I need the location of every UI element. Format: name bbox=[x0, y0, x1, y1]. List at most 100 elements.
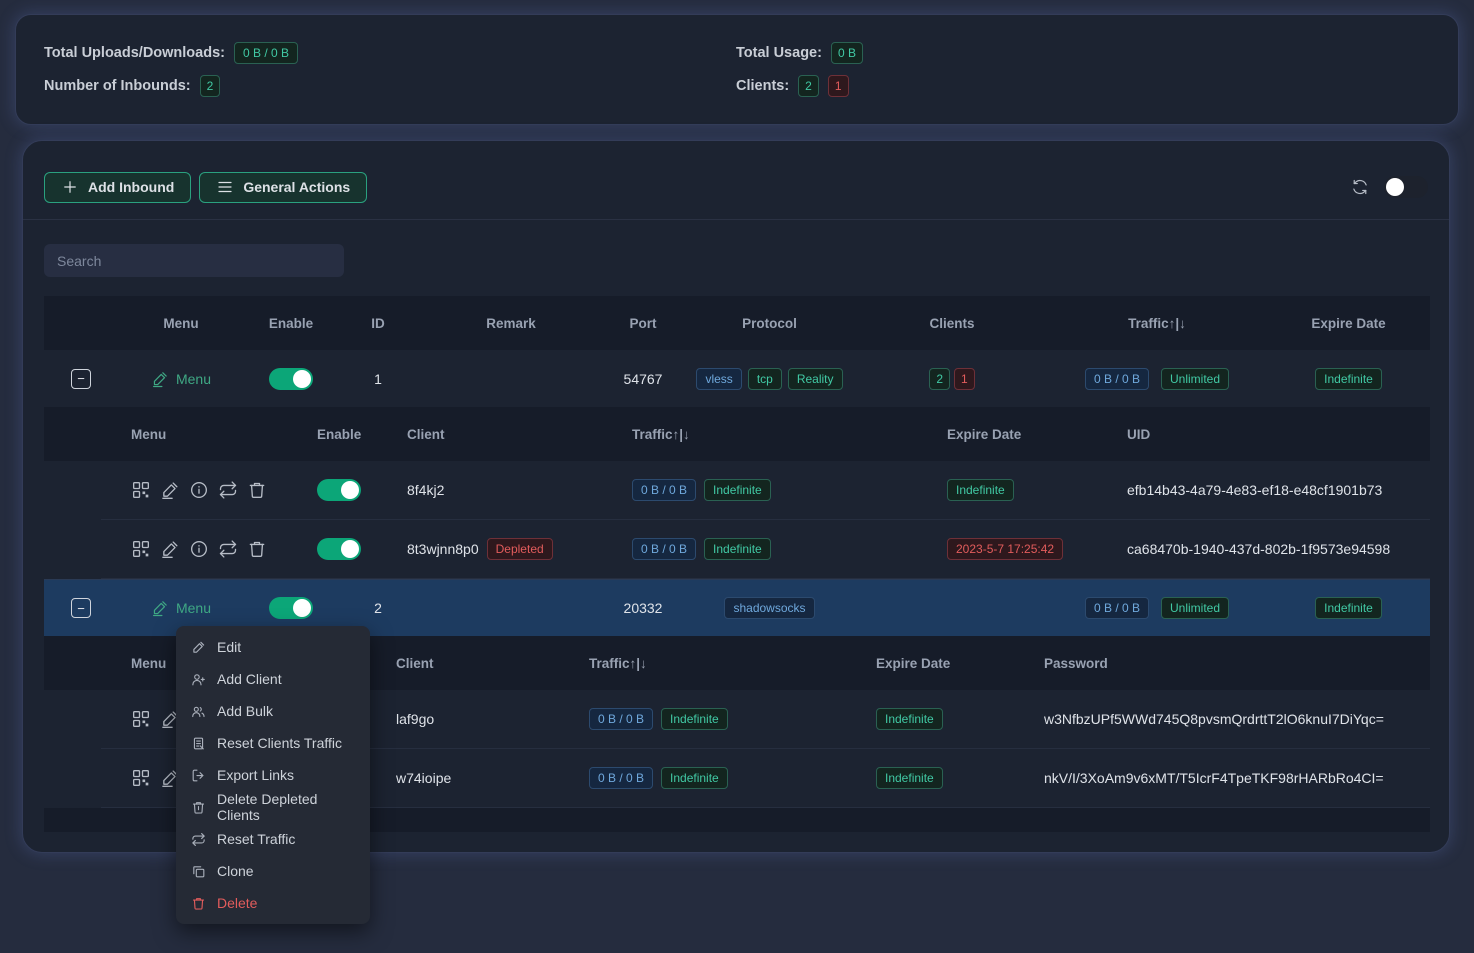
menu-item-add-client[interactable]: Add Client bbox=[176, 663, 370, 695]
inbound2-menu-label: Menu bbox=[176, 600, 211, 616]
menu-item-delete-depleted-clients[interactable]: Delete Depleted Clients bbox=[176, 791, 370, 823]
client-expire: Indefinite bbox=[860, 708, 1028, 730]
menu-item-add-bulk[interactable]: Add Bulk bbox=[176, 695, 370, 727]
trash-icon bbox=[191, 896, 206, 911]
collapse-inbound2-button[interactable]: − bbox=[71, 598, 91, 618]
reset-client-traffic-button[interactable] bbox=[218, 539, 238, 559]
hamburger-icon bbox=[216, 178, 234, 196]
inbound1-clients-subtable: Menu Enable Client Traffic↑|↓ Expire Dat… bbox=[44, 407, 1430, 579]
users-plus-icon bbox=[191, 704, 206, 719]
client-name-cell: 8t3wjnn8p0 Depleted bbox=[391, 538, 616, 560]
refresh-icon[interactable] bbox=[1351, 178, 1369, 196]
add-inbound-button[interactable]: Add Inbound bbox=[44, 172, 191, 203]
client-enable-toggle[interactable] bbox=[317, 479, 361, 501]
clients-depleted-tag: 1 bbox=[954, 368, 975, 390]
menu-item-delete[interactable]: Delete bbox=[176, 887, 370, 919]
sub-header-client: Client bbox=[380, 656, 573, 671]
inbound1-menu-button[interactable]: Menu bbox=[151, 370, 211, 388]
client-expire: 2023-5-7 17:25:42 bbox=[931, 538, 1111, 560]
inbound1-menu-label: Menu bbox=[176, 371, 211, 387]
reset-client-traffic-button[interactable] bbox=[218, 480, 238, 500]
client-enable-toggle[interactable] bbox=[317, 538, 361, 560]
traffic-total-tag: Indefinite bbox=[661, 708, 728, 730]
client-traffic: 0 B / 0 B Indefinite bbox=[616, 538, 931, 560]
toggle-knob bbox=[293, 599, 311, 617]
info-button[interactable] bbox=[189, 480, 209, 500]
qrcode-button[interactable] bbox=[131, 539, 151, 559]
traffic-tag: 0 B / 0 B bbox=[1085, 368, 1149, 390]
sub-header-menu: Menu bbox=[101, 427, 301, 442]
general-actions-button[interactable]: General Actions bbox=[199, 172, 367, 203]
client-expire: Indefinite bbox=[860, 767, 1028, 789]
traffic-total-tag: Indefinite bbox=[704, 538, 771, 560]
client-password: nkV/I/3XoAm9v6xMT/T5IcrF4TpeTKF98rHARbRo… bbox=[1028, 770, 1430, 786]
client-expire: Indefinite bbox=[931, 479, 1111, 501]
inbound1-traffic: 0 B / 0 B Unlimited bbox=[1047, 368, 1267, 390]
dark-mode-toggle[interactable] bbox=[1384, 176, 1428, 198]
client-row-8t3wjnn8p0: 8t3wjnn8p0 Depleted 0 B / 0 B Indefinite… bbox=[101, 520, 1430, 579]
edit-icon bbox=[151, 370, 169, 388]
toolbar: Add Inbound General Actions bbox=[44, 171, 1428, 203]
menu-item-reset-traffic[interactable]: Reset Traffic bbox=[176, 823, 370, 855]
collapse-inbound1-button[interactable]: − bbox=[71, 369, 91, 389]
sub-header-expire: Expire Date bbox=[860, 656, 1028, 671]
inbound1-enable-toggle[interactable] bbox=[269, 368, 313, 390]
header-clients: Clients bbox=[857, 316, 1047, 331]
inbound2-enable-toggle[interactable] bbox=[269, 597, 313, 619]
client-uid: ca68470b-1940-437d-802b-1f9573e94598 bbox=[1111, 541, 1430, 557]
client-traffic: 0 B / 0 B Indefinite bbox=[573, 767, 860, 789]
stats-left: Total Uploads/Downloads: 0 B / 0 B Numbe… bbox=[44, 15, 298, 124]
clients-depleted-value: 1 bbox=[828, 75, 849, 97]
total-updown-label: Total Uploads/Downloads: bbox=[44, 45, 225, 61]
menu-item-reset-clients-traffic[interactable]: Reset Clients Traffic bbox=[176, 727, 370, 759]
traffic-total-tag: Unlimited bbox=[1161, 597, 1229, 619]
client-traffic: 0 B / 0 B Indefinite bbox=[616, 479, 931, 501]
inbound1-protocols: vless tcp Reality bbox=[682, 368, 857, 390]
sub-header-traffic[interactable]: Traffic↑|↓ bbox=[573, 656, 860, 671]
toggle-knob bbox=[341, 481, 359, 499]
client-name: 8t3wjnn8p0 bbox=[407, 541, 479, 557]
toolbar-right bbox=[1351, 176, 1428, 198]
menu-item-clone[interactable]: Clone bbox=[176, 855, 370, 887]
client-uid: efb14b43-4a79-4e83-ef18-e48cf1901b73 bbox=[1111, 482, 1430, 498]
inbound2-protocols: shadowsocks bbox=[682, 597, 857, 619]
header-remark: Remark bbox=[418, 316, 604, 331]
edit-client-button[interactable] bbox=[160, 539, 180, 559]
inbound2-expire: Indefinite bbox=[1267, 597, 1430, 619]
client-name: w74ioipe bbox=[380, 770, 573, 786]
expire-tag: Indefinite bbox=[1315, 597, 1382, 619]
edit-client-button[interactable] bbox=[160, 480, 180, 500]
inbounds-value: 2 bbox=[200, 75, 221, 97]
client-actions bbox=[101, 480, 301, 500]
file-reset-icon bbox=[191, 736, 206, 751]
stat-clients: Clients: 2 1 bbox=[736, 75, 863, 98]
search-input[interactable] bbox=[44, 244, 344, 277]
qrcode-button[interactable] bbox=[131, 768, 151, 788]
info-button[interactable] bbox=[189, 539, 209, 559]
general-actions-label: General Actions bbox=[243, 179, 350, 195]
clients-active-value: 2 bbox=[798, 75, 819, 97]
table-header-row: Menu Enable ID Remark Port Protocol Clie… bbox=[44, 296, 1430, 350]
qrcode-button[interactable] bbox=[131, 480, 151, 500]
sub-header-traffic[interactable]: Traffic↑|↓ bbox=[616, 427, 931, 442]
inbound1-expire: Indefinite bbox=[1267, 368, 1430, 390]
clone-icon bbox=[191, 864, 206, 879]
client-actions bbox=[101, 539, 301, 559]
delete-client-button[interactable] bbox=[247, 480, 267, 500]
traffic-total-tag: Unlimited bbox=[1161, 368, 1229, 390]
depleted-badge: Depleted bbox=[487, 538, 553, 560]
traffic-tag: 0 B / 0 B bbox=[1085, 597, 1149, 619]
header-expire: Expire Date bbox=[1267, 316, 1430, 331]
delete-client-button[interactable] bbox=[247, 539, 267, 559]
stats-right: Total Usage: 0 B Clients: 2 1 bbox=[736, 15, 863, 124]
stat-total-usage: Total Usage: 0 B bbox=[736, 42, 863, 65]
qrcode-button[interactable] bbox=[131, 709, 151, 729]
header-traffic-sort[interactable]: Traffic↑|↓ bbox=[1047, 316, 1267, 331]
traffic-tag: 0 B / 0 B bbox=[589, 767, 653, 789]
plus-icon bbox=[61, 178, 79, 196]
inbounds-page: Total Uploads/Downloads: 0 B / 0 B Numbe… bbox=[0, 0, 1474, 953]
menu-item-export-links[interactable]: Export Links bbox=[176, 759, 370, 791]
menu-item-edit[interactable]: Edit bbox=[176, 631, 370, 663]
add-inbound-label: Add Inbound bbox=[88, 179, 174, 195]
inbound2-menu-button[interactable]: Menu bbox=[151, 599, 211, 617]
